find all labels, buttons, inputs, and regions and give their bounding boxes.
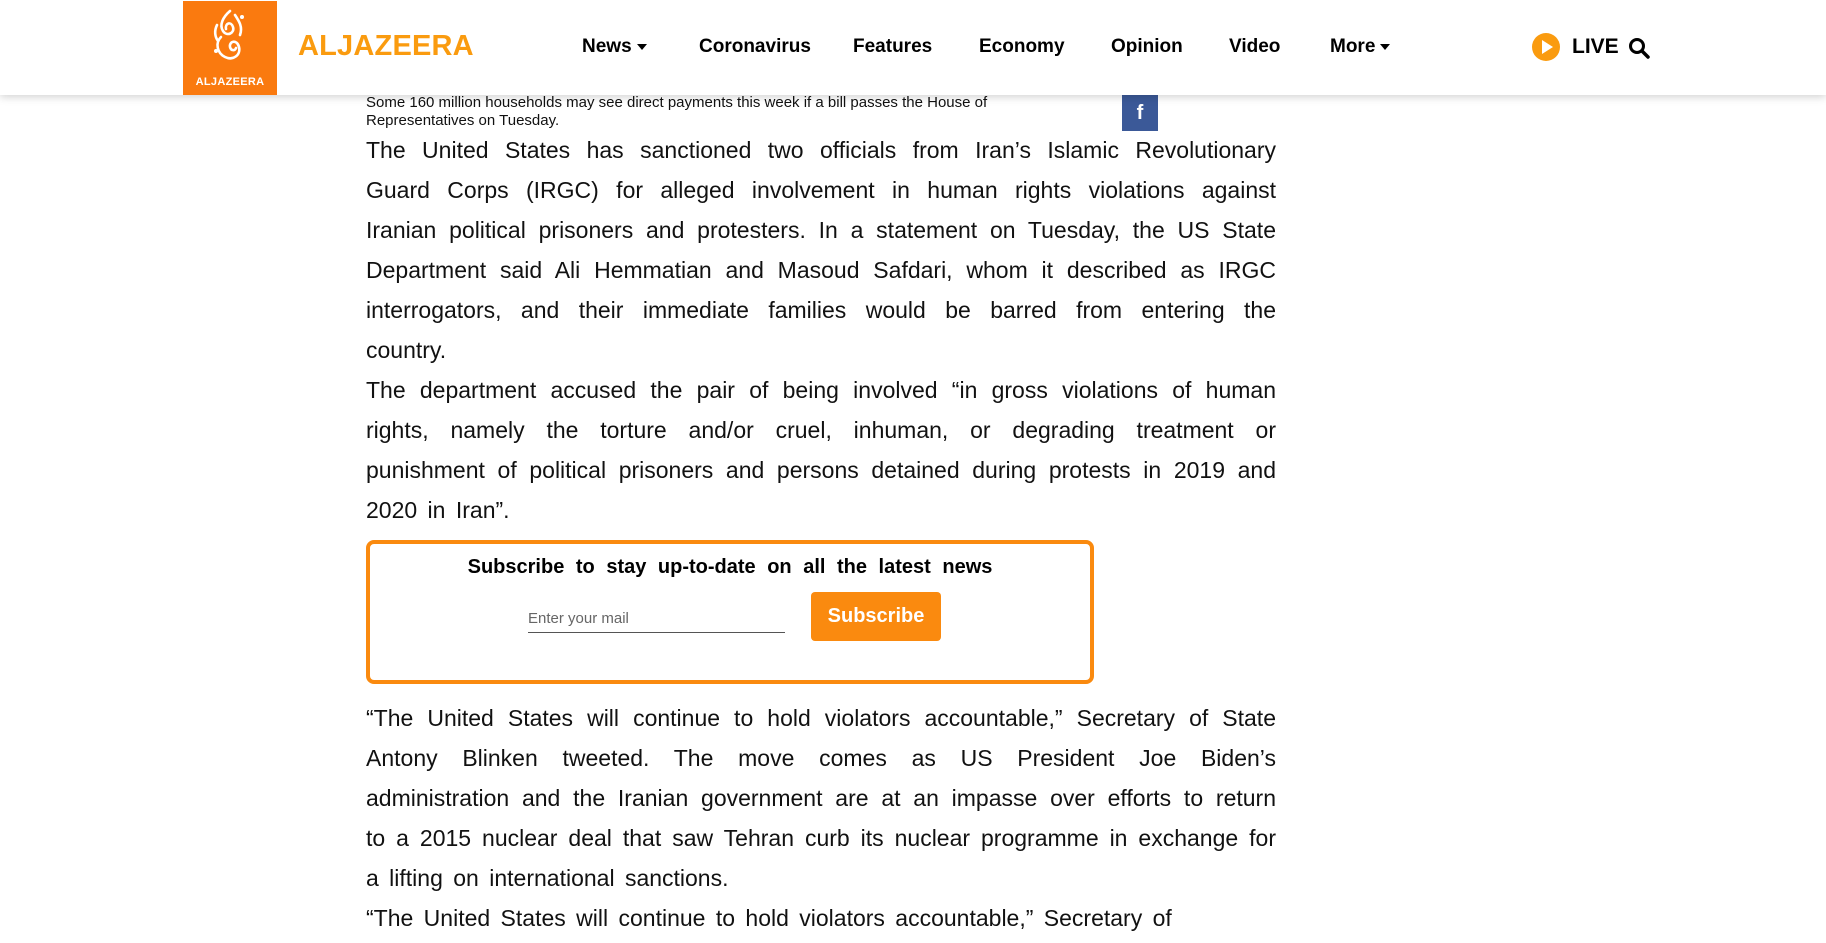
facebook-share-button[interactable]: f bbox=[1122, 95, 1158, 131]
nav-label: Economy bbox=[979, 36, 1065, 57]
nav-label: Opinion bbox=[1111, 36, 1183, 57]
live-button[interactable]: LIVE bbox=[1532, 33, 1619, 61]
subscribe-button[interactable]: Subscribe bbox=[811, 592, 941, 641]
nav-label: Features bbox=[853, 36, 933, 57]
image-caption: Some 160 million households may see dire… bbox=[366, 94, 988, 129]
aljazeera-logo[interactable]: ALJAZEERA bbox=[183, 1, 277, 95]
chevron-down-icon bbox=[636, 43, 647, 50]
logo-caption: ALJAZEERA bbox=[195, 76, 265, 88]
nav-item-video[interactable]: Video bbox=[1229, 36, 1280, 58]
site-header: ALJAZEERA ALJAZEERA News Coronavirus Fea… bbox=[0, 0, 1826, 95]
aljazeera-calligraphy-icon bbox=[213, 9, 244, 60]
nav-label: News bbox=[582, 36, 632, 57]
nav-item-opinion[interactable]: Opinion bbox=[1111, 36, 1183, 58]
nav-label: Video bbox=[1229, 36, 1281, 57]
article-paragraph: The United States has sanctioned two off… bbox=[366, 137, 1276, 363]
newsletter-subscribe-box: Subscribe to stay up-to-date on all the … bbox=[366, 540, 1094, 684]
play-icon bbox=[1532, 33, 1560, 61]
live-label: LIVE bbox=[1572, 35, 1619, 58]
nav-item-more[interactable]: More bbox=[1330, 36, 1391, 58]
article-paragraph: “The United States will continue to hold… bbox=[366, 705, 1276, 891]
nav-item-coronavirus[interactable]: Coronavirus bbox=[699, 36, 811, 58]
nav-item-features[interactable]: Features bbox=[853, 36, 932, 58]
search-icon[interactable] bbox=[1628, 37, 1650, 64]
facebook-icon: f bbox=[1136, 101, 1144, 124]
article-paragraph: “The United States will continue to hold… bbox=[366, 905, 1172, 931]
nav-label: More bbox=[1330, 36, 1376, 57]
email-input[interactable] bbox=[528, 604, 785, 633]
article-paragraph: The department accused the pair of being… bbox=[366, 377, 1276, 523]
brand-wordmark[interactable]: ALJAZEERA bbox=[298, 30, 474, 63]
nav-label: Coronavirus bbox=[699, 36, 811, 57]
chevron-down-icon bbox=[1380, 43, 1391, 50]
nav-item-news[interactable]: News bbox=[582, 36, 647, 58]
nav-item-economy[interactable]: Economy bbox=[979, 36, 1065, 58]
subscribe-title: Subscribe to stay up-to-date on all the … bbox=[467, 556, 993, 578]
